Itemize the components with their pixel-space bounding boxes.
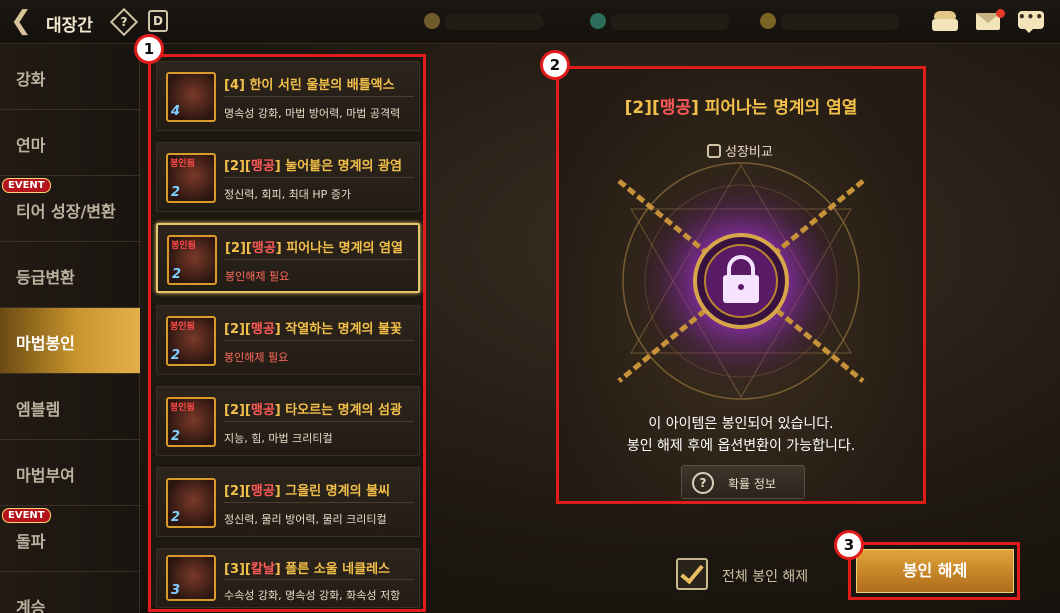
sidebar-item-emblem[interactable]: 엠블렘 [0,374,140,440]
sidebar-item-label: 강화 [16,70,46,89]
seal-illustration [617,162,865,400]
sidebar-item-label: 돌파 [16,532,46,551]
page-title: 대장간 [46,16,93,36]
sidebar-item-label: 계승 [16,598,46,613]
sealed-message-line2: 봉인 해제 후에 옵션변환이 가능합니다. [626,438,856,454]
item-options: 수속성 강화, 명속성 강화, 화속성 저항 [224,589,401,602]
help-icon[interactable]: ? [109,7,139,37]
item-options: 지능, 힘, 마법 크리티컬 [224,432,333,445]
checkmark-icon [680,559,704,585]
growth-compare-link[interactable]: 성장비교 [707,141,773,160]
sidebar: 강화 연마 EVENT 티어 성장/변환 등급변환 마법봉인 엠블렘 마법부여 … [0,44,140,613]
item-sealed-status: 봉인해제 필요 [225,270,290,283]
gold-bar [780,14,900,30]
sidebar-item-label: 연마 [16,136,46,155]
divider [224,340,414,341]
event-badge: EVENT [2,508,51,523]
sidebar-item-tier[interactable]: EVENT 티어 성장/변환 [0,176,140,242]
unseal-button[interactable]: 봉인 해제 [856,549,1014,593]
sealed-message-line1: 이 아이템은 봉인되어 있습니다. [648,416,834,432]
unseal-all-checkbox[interactable] [676,558,708,590]
item-thumbnail: 2 [166,478,216,528]
item-name: [4] 한이 서린 울분의 배틀액스 [224,78,395,93]
detail-panel: [2][맹공] 피어나는 명계의 염열 성장비교 이 아이템은 봉인되어 있습니… [556,66,926,504]
sidebar-item-label: 엠블렘 [16,400,61,419]
item-name: [2][맹공] 그을린 명계의 불씨 [224,484,390,499]
fist-icon [707,144,721,158]
item-name: [2][맹공] 타오르는 명계의 섬광 [224,403,402,418]
sidebar-item-label: 티어 성장/변환 [16,202,116,221]
item-thumbnail: 봉인됨 2 [166,316,216,366]
question-icon: ? [692,472,714,494]
currency-bar [444,14,544,30]
event-badge: EVENT [2,178,51,193]
sidebar-item-breakthrough[interactable]: EVENT 돌파 [0,506,140,572]
list-item[interactable]: 봉인됨 2 [2][맹공] 눌어붙은 명계의 광염 정신력, 회피, 최대 HP … [156,142,420,212]
item-name: [3][칼날] 폴른 소울 네클레스 [224,562,390,577]
item-thumbnail: 봉인됨 2 [167,235,217,285]
callout-3: 3 [834,530,864,560]
gold-icon [760,13,776,29]
mail-icon[interactable] [974,9,1005,33]
callout-1: 1 [134,34,164,64]
currency-icon [424,13,440,29]
sidebar-item-inherit[interactable]: 계승 [0,572,140,613]
sidebar-item-label: 마법봉인 [16,334,75,353]
divider [224,177,414,178]
item-name: [2][맹공] 피어나는 명계의 염열 [225,241,403,256]
sidebar-item-polish[interactable]: 연마 [0,110,140,176]
back-arrow-icon[interactable]: ❮ [6,8,36,36]
sidebar-item-enchant[interactable]: 마법부여 [0,440,140,506]
notification-dot [996,9,1005,18]
gem-icon [590,13,606,29]
calendar-icon[interactable]: D [148,10,168,32]
item-name: [2][맹공] 눌어붙은 명계의 광염 [224,159,402,174]
chat-icon[interactable]: ••• [1016,9,1046,33]
item-options: 명속성 강화, 마법 방어력, 마법 공격력 [224,107,401,120]
divider [224,502,414,503]
sidebar-item-enhance[interactable]: 강화 [0,44,140,110]
list-item[interactable]: 2 [2][맹공] 그을린 명계의 불씨 정신력, 물리 방어력, 물리 크리티… [156,467,420,537]
item-name: [2][맹공] 작열하는 명계의 불꽃 [224,322,402,337]
sidebar-item-label: 등급변환 [16,268,75,287]
list-item[interactable]: 봉인됨 2 [2][맹공] 작열하는 명계의 불꽃 봉인해제 필요 [156,305,420,375]
item-options: 정신력, 회피, 최대 HP 증가 [224,188,351,201]
item-sealed-status: 봉인해제 필요 [224,351,289,364]
item-thumbnail: 봉인됨 2 [166,397,216,447]
item-thumbnail: 4 [166,72,216,122]
divider [225,259,415,260]
item-options: 정신력, 물리 방어력, 물리 크리티컬 [224,513,387,526]
probability-info-button[interactable]: ? 확률 정보 [681,465,805,499]
bag-icon[interactable] [930,9,960,33]
divider [224,96,414,97]
list-item[interactable]: 4 [4] 한이 서린 울분의 배틀액스 명속성 강화, 마법 방어력, 마법 … [156,61,420,131]
callout-2: 2 [540,50,570,80]
item-list: 4 [4] 한이 서린 울분의 배틀액스 명속성 강화, 마법 방어력, 마법 … [148,54,426,612]
list-item[interactable]: 3 [3][칼날] 폴른 소울 네클레스 수속성 강화, 명속성 강화, 화속성… [156,548,420,608]
divider [224,421,414,422]
sidebar-item-grade[interactable]: 등급변환 [0,242,140,308]
item-thumbnail: 3 [166,555,216,601]
sidebar-item-label: 마법부여 [16,466,75,485]
detail-title: [2][맹공] 피어나는 명계의 염열 [624,98,858,118]
item-thumbnail: 봉인됨 2 [166,153,216,203]
list-item-selected[interactable]: 봉인됨 2 [2][맹공] 피어나는 명계의 염열 봉인해제 필요 [156,223,420,293]
unseal-all-label: 전체 봉인 해제 [722,569,809,585]
sidebar-item-magic-seal[interactable]: 마법봉인 [0,308,140,374]
divider [224,579,414,580]
list-item[interactable]: 봉인됨 2 [2][맹공] 타오르는 명계의 섬광 지능, 힘, 마법 크리티컬 [156,386,420,456]
gem-bar [610,14,730,30]
